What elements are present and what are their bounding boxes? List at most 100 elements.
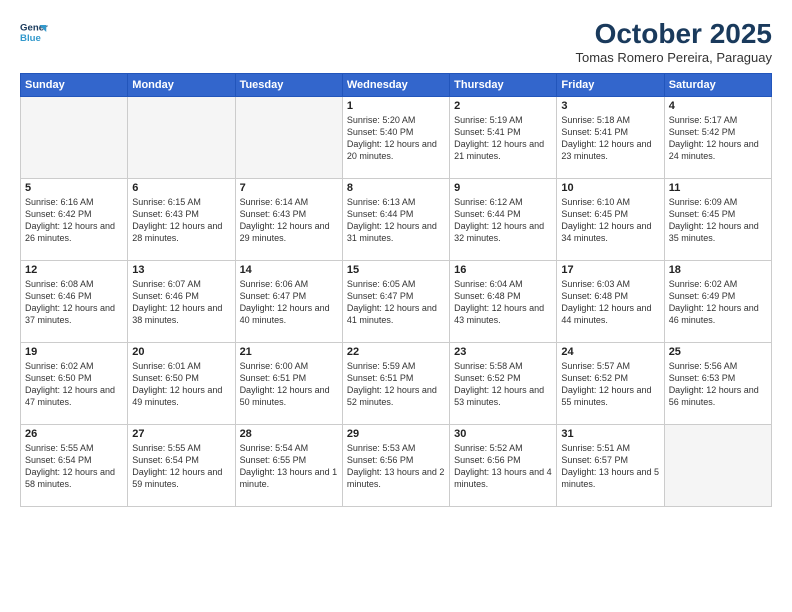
title-area: October 2025 Tomas Romero Pereira, Parag… (575, 18, 772, 65)
day-number: 8 (347, 182, 445, 194)
header-monday: Monday (128, 74, 235, 97)
header-saturday: Saturday (664, 74, 771, 97)
day-info: Sunrise: 5:54 AM Sunset: 6:55 PM Dayligh… (240, 442, 338, 491)
svg-text:Blue: Blue (20, 33, 41, 44)
day-cell: 27 Sunrise: 5:55 AM Sunset: 6:54 PM Dayli… (128, 425, 235, 507)
header-sunday: Sunday (21, 74, 128, 97)
day-cell: 21Sunrise: 6:00 AM Sunset: 6:51 PM Dayli… (235, 343, 342, 425)
logo-icon: General Blue (20, 18, 48, 46)
day-info: Sunrise: 6:03 AM Sunset: 6:48 PM Dayligh… (561, 278, 659, 327)
day-info: Sunrise: 6:05 AM Sunset: 6:47 PM Dayligh… (347, 278, 445, 327)
day-cell: 10Sunrise: 6:10 AM Sunset: 6:45 PM Dayli… (557, 179, 664, 261)
week-row-3: 12 Sunrise: 6:08 AM Sunset: 6:46 PM Dayli… (21, 261, 772, 343)
day-cell (235, 97, 342, 179)
day-number: 26 (25, 428, 123, 440)
day-cell: 6 Sunrise: 6:15 AM Sunset: 6:43 PM Daylig… (128, 179, 235, 261)
day-number: 30 (454, 428, 552, 440)
day-number: 27 (132, 428, 230, 440)
day-cell (664, 425, 771, 507)
day-info: Sunrise: 5:59 AM Sunset: 6:51 PM Dayligh… (347, 360, 445, 409)
day-number: 3 (561, 100, 659, 112)
header-friday: Friday (557, 74, 664, 97)
day-number: 6 (132, 182, 230, 194)
day-info: Sunrise: 6:13 AM Sunset: 6:44 PM Dayligh… (347, 196, 445, 245)
day-number: 20 (132, 346, 230, 358)
day-cell: 22 Sunrise: 5:59 AM Sunset: 6:51 PM Dayli… (342, 343, 449, 425)
day-number: 29 (347, 428, 445, 440)
day-cell: 9 Sunrise: 6:12 AM Sunset: 6:44 PM Daylig… (450, 179, 557, 261)
day-info: Sunrise: 5:58 AM Sunset: 6:52 PM Dayligh… (454, 360, 552, 409)
day-number: 19 (25, 346, 123, 358)
header: General Blue October 2025 Tomas Romero P… (20, 18, 772, 65)
day-info: Sunrise: 6:07 AM Sunset: 6:46 PM Dayligh… (132, 278, 230, 327)
day-cell: 29 Sunrise: 5:53 AM Sunset: 6:56 PM Dayli… (342, 425, 449, 507)
day-number: 2 (454, 100, 552, 112)
month-title: October 2025 (575, 18, 772, 50)
day-info: Sunrise: 5:20 AM Sunset: 5:40 PM Dayligh… (347, 114, 445, 163)
header-wednesday: Wednesday (342, 74, 449, 97)
day-info: Sunrise: 6:09 AM Sunset: 6:45 PM Dayligh… (669, 196, 767, 245)
day-cell: 18 Sunrise: 6:02 AM Sunset: 6:49 PM Dayli… (664, 261, 771, 343)
day-cell (21, 97, 128, 179)
day-info: Sunrise: 6:01 AM Sunset: 6:50 PM Dayligh… (132, 360, 230, 409)
day-number: 14 (240, 264, 338, 276)
week-row-2: 5 Sunrise: 6:16 AM Sunset: 6:42 PM Daylig… (21, 179, 772, 261)
day-number: 5 (25, 182, 123, 194)
logo: General Blue (20, 18, 48, 46)
day-cell: 31Sunrise: 5:51 AM Sunset: 6:57 PM Dayli… (557, 425, 664, 507)
day-info: Sunrise: 6:00 AM Sunset: 6:51 PM Dayligh… (240, 360, 338, 409)
week-row-5: 26 Sunrise: 5:55 AM Sunset: 6:54 PM Dayli… (21, 425, 772, 507)
day-cell: 5 Sunrise: 6:16 AM Sunset: 6:42 PM Daylig… (21, 179, 128, 261)
weekday-header-row: Sunday Monday Tuesday Wednesday Thursday… (21, 74, 772, 97)
calendar-page: General Blue October 2025 Tomas Romero P… (0, 0, 792, 612)
day-info: Sunrise: 6:15 AM Sunset: 6:43 PM Dayligh… (132, 196, 230, 245)
day-cell: 7 Sunrise: 6:14 AM Sunset: 6:43 PM Daylig… (235, 179, 342, 261)
day-number: 9 (454, 182, 552, 194)
day-number: 16 (454, 264, 552, 276)
day-info: Sunrise: 5:57 AM Sunset: 6:52 PM Dayligh… (561, 360, 659, 409)
day-number: 25 (669, 346, 767, 358)
day-cell: 15 Sunrise: 6:05 AM Sunset: 6:47 PM Dayli… (342, 261, 449, 343)
week-row-4: 19 Sunrise: 6:02 AM Sunset: 6:50 PM Dayli… (21, 343, 772, 425)
week-row-1: 1 Sunrise: 5:20 AM Sunset: 5:40 PM Daylig… (21, 97, 772, 179)
day-info: Sunrise: 6:16 AM Sunset: 6:42 PM Dayligh… (25, 196, 123, 245)
day-number: 18 (669, 264, 767, 276)
day-cell: 20 Sunrise: 6:01 AM Sunset: 6:50 PM Dayli… (128, 343, 235, 425)
day-cell: 3 Sunrise: 5:18 AM Sunset: 5:41 PM Daylig… (557, 97, 664, 179)
day-cell: 14Sunrise: 6:06 AM Sunset: 6:47 PM Dayli… (235, 261, 342, 343)
day-info: Sunrise: 5:18 AM Sunset: 5:41 PM Dayligh… (561, 114, 659, 163)
day-cell: 4Sunrise: 5:17 AM Sunset: 5:42 PM Daylig… (664, 97, 771, 179)
day-cell: 28Sunrise: 5:54 AM Sunset: 6:55 PM Dayli… (235, 425, 342, 507)
day-number: 7 (240, 182, 338, 194)
day-info: Sunrise: 6:14 AM Sunset: 6:43 PM Dayligh… (240, 196, 338, 245)
day-info: Sunrise: 5:55 AM Sunset: 6:54 PM Dayligh… (132, 442, 230, 491)
day-info: Sunrise: 6:08 AM Sunset: 6:46 PM Dayligh… (25, 278, 123, 327)
day-cell: 26Sunrise: 5:55 AM Sunset: 6:54 PM Dayli… (21, 425, 128, 507)
day-number: 12 (25, 264, 123, 276)
day-info: Sunrise: 6:10 AM Sunset: 6:45 PM Dayligh… (561, 196, 659, 245)
day-info: Sunrise: 6:12 AM Sunset: 6:44 PM Dayligh… (454, 196, 552, 245)
day-number: 23 (454, 346, 552, 358)
day-number: 22 (347, 346, 445, 358)
day-cell: 24Sunrise: 5:57 AM Sunset: 6:52 PM Dayli… (557, 343, 664, 425)
day-info: Sunrise: 5:52 AM Sunset: 6:56 PM Dayligh… (454, 442, 552, 491)
day-cell: 25Sunrise: 5:56 AM Sunset: 6:53 PM Dayli… (664, 343, 771, 425)
day-cell: 8 Sunrise: 6:13 AM Sunset: 6:44 PM Daylig… (342, 179, 449, 261)
day-cell: 23 Sunrise: 5:58 AM Sunset: 6:52 PM Dayli… (450, 343, 557, 425)
day-info: Sunrise: 5:19 AM Sunset: 5:41 PM Dayligh… (454, 114, 552, 163)
day-info: Sunrise: 5:53 AM Sunset: 6:56 PM Dayligh… (347, 442, 445, 491)
day-info: Sunrise: 6:02 AM Sunset: 6:49 PM Dayligh… (669, 278, 767, 327)
location-subtitle: Tomas Romero Pereira, Paraguay (575, 50, 772, 65)
day-cell: 17Sunrise: 6:03 AM Sunset: 6:48 PM Dayli… (557, 261, 664, 343)
day-number: 4 (669, 100, 767, 112)
day-cell: 19 Sunrise: 6:02 AM Sunset: 6:50 PM Dayli… (21, 343, 128, 425)
day-number: 15 (347, 264, 445, 276)
day-number: 1 (347, 100, 445, 112)
calendar-table: Sunday Monday Tuesday Wednesday Thursday… (20, 73, 772, 507)
day-info: Sunrise: 6:02 AM Sunset: 6:50 PM Dayligh… (25, 360, 123, 409)
day-cell: 30 Sunrise: 5:52 AM Sunset: 6:56 PM Dayli… (450, 425, 557, 507)
day-cell: 13Sunrise: 6:07 AM Sunset: 6:46 PM Dayli… (128, 261, 235, 343)
header-tuesday: Tuesday (235, 74, 342, 97)
day-cell: 2 Sunrise: 5:19 AM Sunset: 5:41 PM Daylig… (450, 97, 557, 179)
day-cell: 1 Sunrise: 5:20 AM Sunset: 5:40 PM Daylig… (342, 97, 449, 179)
